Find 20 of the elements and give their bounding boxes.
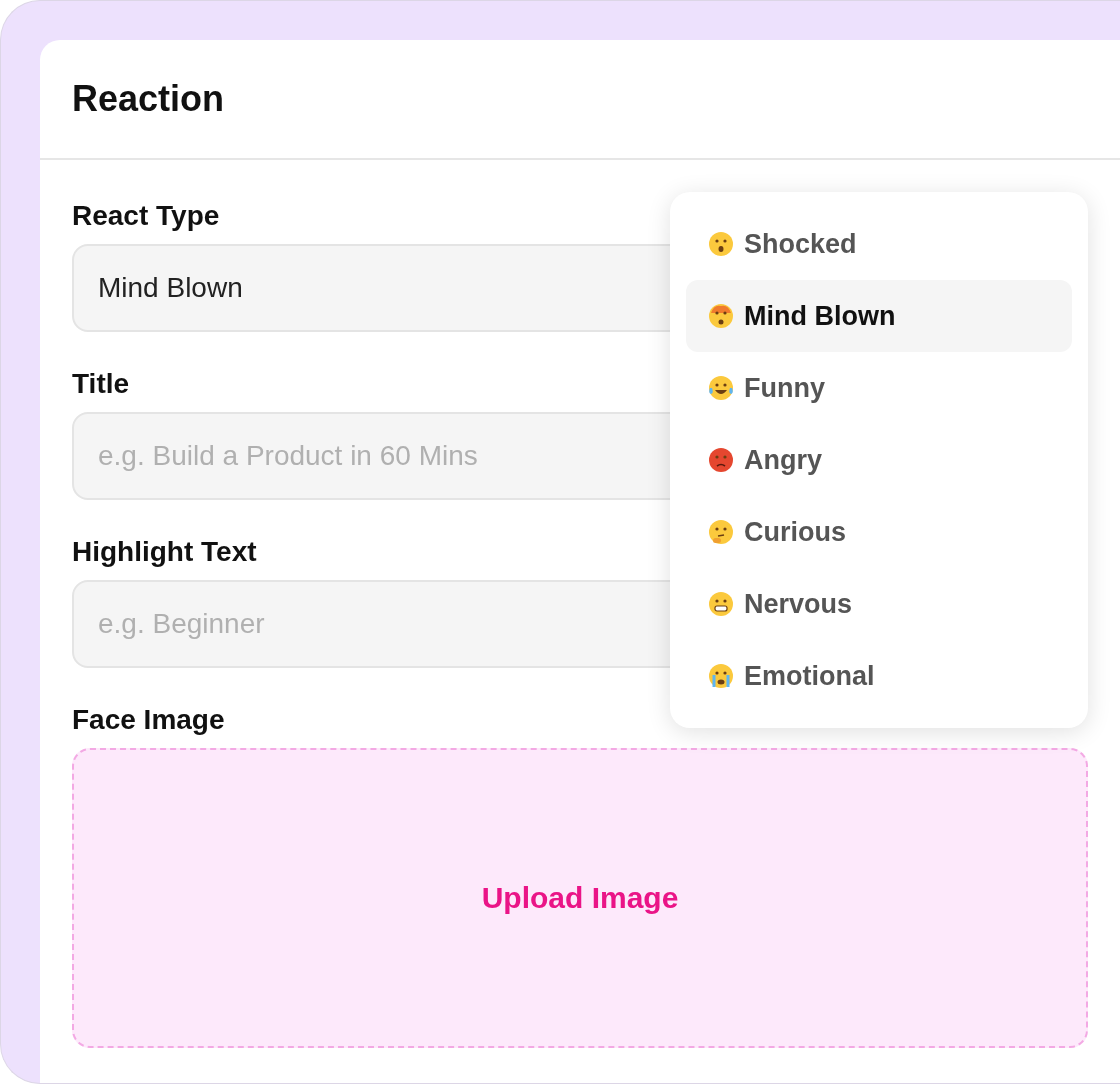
card-title: Reaction (72, 78, 225, 120)
field-label: Highlight Text (72, 535, 257, 569)
field-label: Face Image (72, 703, 225, 737)
option-label: Mind Blown (744, 300, 896, 332)
emoji-icon (708, 591, 734, 617)
emoji-icon (708, 447, 734, 473)
field-label: React Type (72, 199, 220, 233)
upload-dropzone[interactable]: Upload Image (72, 748, 1088, 1048)
option-label: Nervous (744, 588, 853, 620)
option-label: Funny (744, 372, 825, 404)
emoji-icon (708, 663, 734, 689)
option-label: Angry (744, 444, 822, 476)
emoji-icon (708, 231, 734, 257)
dropdown-option[interactable]: Mind Blown (686, 280, 1072, 352)
dropdown-option[interactable]: Angry (686, 424, 1072, 496)
field-label: Title (72, 367, 130, 401)
emoji-icon (708, 375, 734, 401)
option-label: Curious (744, 516, 846, 548)
emoji-icon (708, 519, 734, 545)
emoji-icon (708, 303, 734, 329)
